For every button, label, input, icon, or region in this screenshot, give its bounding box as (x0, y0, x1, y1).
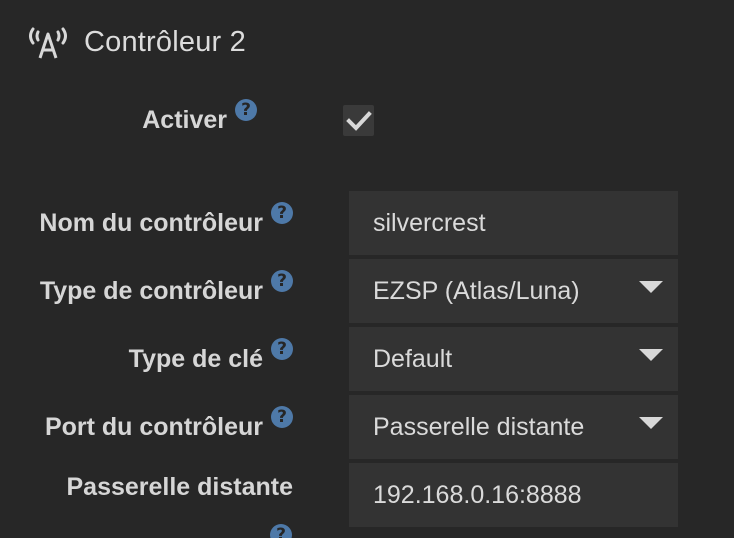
antenna-icon (26, 22, 72, 62)
controller-type-label: Type de contrôleur (39, 276, 263, 305)
key-type-label: Type de clé (128, 344, 263, 373)
controller-name-row: Nom du contrôleur ? silvercrest (0, 191, 734, 255)
chevron-down-icon (639, 417, 663, 429)
controller-name-value: silvercrest (373, 208, 486, 237)
enable-label: Activer (142, 105, 227, 134)
checkmark-icon (345, 110, 372, 131)
controller-port-row: Port du contrôleur ? Passerelle distante (0, 395, 734, 459)
controller-port-select[interactable]: Passerelle distante (349, 395, 678, 459)
key-type-value: Default (373, 344, 453, 373)
controller-port-label: Port du contrôleur (44, 412, 263, 441)
controller-name-label: Nom du contrôleur (39, 208, 263, 237)
controller-type-value: EZSP (Atlas/Luna) (373, 276, 580, 305)
controller-port-value: Passerelle distante (373, 412, 585, 441)
enable-label-wrap: Activer ? (142, 88, 257, 152)
controller-name-input[interactable]: silvercrest (349, 191, 678, 255)
help-icon[interactable]: ? (271, 406, 293, 428)
help-icon[interactable]: ? (271, 202, 293, 224)
help-icon[interactable]: ? (235, 99, 257, 121)
enable-checkbox[interactable] (343, 105, 374, 136)
key-type-row: Type de clé ? Default (0, 327, 734, 391)
controller-type-select[interactable]: EZSP (Atlas/Luna) (349, 259, 678, 323)
enable-row: Activer ? (0, 88, 734, 152)
remote-gateway-value: 192.168.0.16:8888 (373, 480, 582, 509)
section-header: Contrôleur 2 (26, 20, 246, 64)
controller-type-label-wrap: Type de contrôleur ? (40, 259, 293, 323)
chevron-down-icon (639, 349, 663, 361)
controller-name-label-wrap: Nom du contrôleur ? (39, 191, 293, 255)
help-icon[interactable]: ? (271, 338, 293, 360)
key-type-select[interactable]: Default (349, 327, 678, 391)
section-title: Contrôleur 2 (84, 25, 246, 58)
remote-gateway-label-wrap: Passerelle distante (66, 455, 293, 519)
controller-2-panel: Contrôleur 2 Activer ? Nom du contrôleur… (0, 0, 734, 538)
remote-gateway-label: Passerelle distante (66, 472, 293, 501)
key-type-label-wrap: Type de clé ? (129, 327, 293, 391)
chevron-down-icon (639, 281, 663, 293)
controller-type-row: Type de contrôleur ? EZSP (Atlas/Luna) (0, 259, 734, 323)
remote-gateway-row: Passerelle distante 192.168.0.16:8888 (0, 463, 734, 527)
help-icon[interactable]: ? (271, 270, 293, 292)
controller-port-label-wrap: Port du contrôleur ? (45, 395, 293, 459)
remote-gateway-input[interactable]: 192.168.0.16:8888 (349, 463, 678, 527)
